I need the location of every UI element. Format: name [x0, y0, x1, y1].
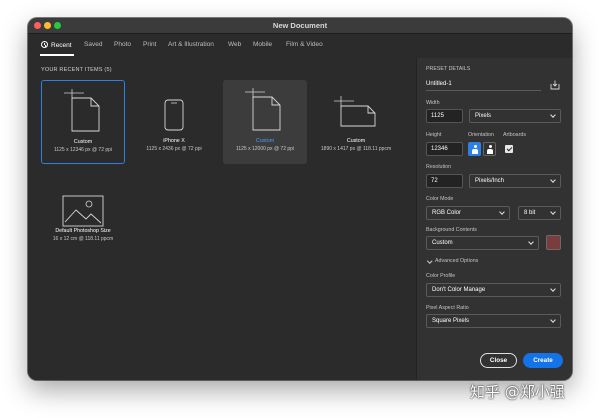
document-name[interactable]: Untitled-1: [426, 81, 452, 87]
tab-recent[interactable]: Recent: [41, 41, 72, 49]
chevron-down-icon: [427, 258, 433, 264]
preset-name: Custom: [73, 139, 93, 145]
width-input[interactable]: 1125: [426, 109, 463, 123]
tab-art-illustration[interactable]: Art & Illustration: [168, 41, 214, 48]
document-name-underline: [426, 90, 541, 91]
preset-dimensions: 1125 x 12000 px @ 72 ppi: [235, 146, 295, 152]
document-icon: [223, 88, 307, 134]
preset-dimensions: 16 x 12 cm @ 118.11 ppcm: [52, 236, 114, 242]
close-button[interactable]: Close: [480, 353, 517, 368]
tab-film-video[interactable]: Film & Video: [286, 41, 323, 48]
preset-default-photoshop-size[interactable]: Default Photoshop Size 16 x 12 cm @ 118.…: [41, 182, 125, 266]
tab-photo[interactable]: Photo: [114, 41, 131, 48]
preset-dimensions: 1890 x 1417 px @ 118.11 ppcm: [320, 146, 392, 152]
resolution-unit-select[interactable]: Pixels/Inch: [469, 174, 561, 188]
preset-iphone-x[interactable]: iPhone X 1125 x 2436 px @ 72 ppi: [132, 80, 216, 164]
preset-details-title: PRESET DETAILS: [426, 66, 471, 72]
color-mode-select[interactable]: RGB Color: [426, 206, 510, 220]
orientation-landscape-button[interactable]: [483, 142, 496, 156]
chevron-down-icon: [550, 177, 556, 183]
chevron-down-icon: [550, 112, 556, 118]
artboards-label: Artboards: [503, 132, 526, 138]
preset-name: iPhone X: [163, 138, 185, 144]
height-label: Height: [426, 132, 442, 138]
width-label: Width: [426, 100, 440, 106]
pixel-aspect-ratio-select[interactable]: Square Pixels: [426, 314, 561, 328]
portrait-icon: [472, 145, 478, 154]
phone-icon: [132, 88, 216, 134]
preset-custom-1[interactable]: Custom 1125 x 12346 px @ 72 ppi: [41, 80, 125, 164]
chevron-down-icon: [528, 239, 534, 245]
artboards-checkbox[interactable]: [505, 145, 513, 153]
tab-web[interactable]: Web: [228, 41, 241, 48]
tab-print[interactable]: Print: [143, 41, 156, 48]
preset-custom-2[interactable]: Custom 1125 x 12000 px @ 72 ppi: [223, 80, 307, 164]
chevron-down-icon: [499, 209, 505, 215]
title-bar: New Document: [28, 18, 572, 34]
active-tab-indicator: [40, 54, 74, 56]
background-color-swatch[interactable]: [546, 235, 561, 250]
landscape-icon: [487, 145, 493, 154]
height-input[interactable]: 12346: [426, 142, 463, 156]
chevron-down-icon: [550, 209, 556, 215]
tab-label: Recent: [51, 42, 72, 49]
window-title: New Document: [272, 21, 328, 30]
recent-items-pane: YOUR RECENT ITEMS (5) Custom 1125 x 1234…: [28, 58, 416, 380]
recent-items-title: YOUR RECENT ITEMS (5): [41, 67, 112, 73]
create-button[interactable]: Create: [523, 353, 563, 368]
tab-saved[interactable]: Saved: [84, 41, 102, 48]
pixel-aspect-ratio-label: Pixel Aspect Ratio: [426, 305, 469, 311]
advanced-options-toggle[interactable]: Advanced Options: [435, 258, 478, 264]
color-profile-select[interactable]: Don't Color Manage: [426, 283, 561, 297]
preset-name: Custom: [255, 138, 275, 144]
document-landscape-icon: [314, 88, 398, 134]
color-profile-label: Color Profile: [426, 273, 456, 279]
color-mode-label: Color Mode: [426, 196, 454, 202]
preset-dimensions: 1125 x 2436 px @ 72 ppi: [146, 146, 202, 152]
chevron-down-icon: [550, 286, 556, 292]
document-icon: [42, 89, 124, 135]
background-contents-select[interactable]: Custom: [426, 236, 539, 250]
preset-custom-3[interactable]: Custom 1890 x 1417 px @ 118.11 ppcm: [314, 80, 398, 164]
background-contents-label: Background Contents: [426, 227, 477, 233]
tab-mobile[interactable]: Mobile: [253, 41, 272, 48]
resolution-input[interactable]: 72: [426, 174, 463, 188]
save-preset-icon[interactable]: [550, 80, 560, 90]
width-unit-select[interactable]: Pixels: [469, 109, 561, 123]
preset-name: Default Photoshop Size: [55, 228, 111, 234]
orientation-label: Orientation: [468, 132, 494, 138]
orientation-portrait-button[interactable]: [468, 142, 481, 156]
new-document-window: New Document Recent Saved Photo Print Ar…: [28, 18, 572, 380]
clock-icon: [41, 41, 48, 48]
category-tabs: Recent Saved Photo Print Art & Illustrat…: [28, 35, 416, 57]
preset-dimensions: 1125 x 12346 px @ 72 ppi: [53, 147, 113, 153]
resolution-label: Resolution: [426, 164, 452, 170]
bit-depth-select[interactable]: 8 bit: [518, 206, 561, 220]
preset-details-pane: PRESET DETAILS Untitled-1 Width 1125 Pix…: [416, 58, 572, 380]
chevron-down-icon: [550, 317, 556, 323]
preset-name: Custom: [346, 138, 366, 144]
watermark-text: 知乎 @郑小强: [470, 383, 565, 401]
